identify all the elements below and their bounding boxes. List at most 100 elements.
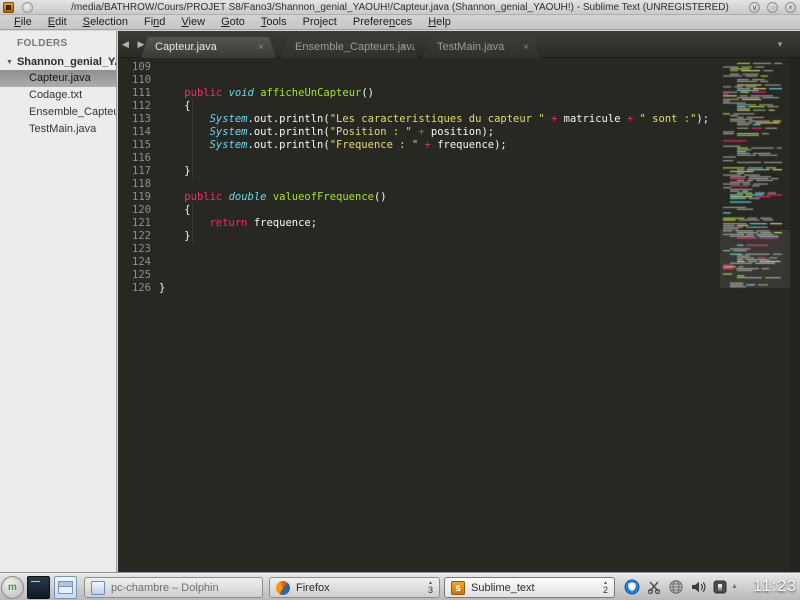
tab-overflow-icon[interactable]: ▼ — [776, 40, 784, 49]
menu-file[interactable]: File — [6, 15, 40, 29]
tab-capteur-java[interactable]: Capteur.java × — [141, 37, 276, 58]
code-line[interactable]: 124 — [118, 256, 800, 269]
line-number[interactable]: 121 — [118, 217, 159, 230]
code-line[interactable]: 110 — [118, 74, 800, 87]
line-number[interactable]: 113 — [118, 113, 159, 126]
tab-label: Capteur.java — [155, 41, 217, 53]
minimap-viewport[interactable] — [720, 230, 790, 288]
line-number[interactable]: 125 — [118, 269, 159, 282]
line-number[interactable]: 116 — [118, 152, 159, 165]
sidebar-file-list: Capteur.javaCodage.txtEnsemble_Capteurs.… — [0, 70, 116, 138]
task-button-dolphin[interactable]: pc-chambre – Dolphin — [84, 577, 263, 598]
code-line[interactable]: 122 } — [118, 230, 800, 243]
window-count-badge: ▲ 2 — [602, 580, 608, 595]
minimap[interactable] — [720, 58, 790, 303]
line-number[interactable]: 124 — [118, 256, 159, 269]
tabs: Capteur.java × Ensemble_Capteurs.java × Test… — [141, 37, 546, 58]
menu-tools[interactable]: Tools — [253, 15, 295, 29]
sublime-app-icon — [3, 2, 14, 13]
code-line[interactable]: 121 return frequence; — [118, 217, 800, 230]
tab-ensemble-capteurs-java[interactable]: Ensemble_Capteurs.java × — [281, 37, 418, 58]
line-number[interactable]: 120 — [118, 204, 159, 217]
sidebar-item-testmain-java[interactable]: TestMain.java — [0, 121, 116, 138]
menu-find[interactable]: Find — [136, 15, 173, 29]
menu-preferences[interactable]: Preferences — [345, 15, 420, 29]
maximize-button[interactable]: ○ — [767, 2, 778, 13]
menu-goto[interactable]: Goto — [213, 15, 253, 29]
code-line[interactable]: 125 — [118, 269, 800, 282]
close-button[interactable]: × — [785, 2, 796, 13]
editor: ◀ ▶ Capteur.java × Ensemble_Capteurs.java ×… — [118, 31, 800, 573]
task-label: pc-chambre – Dolphin — [111, 581, 219, 594]
code-line[interactable]: 114 System.out.println("Position : " + p… — [118, 126, 800, 139]
taskbar: m pc-chambre – Dolphin Firefox ▲ 3 s Sublime_… — [0, 573, 800, 600]
window-content: FOLDERS ▼ Shannon_genial_YAOUH! Capteur.… — [0, 31, 800, 573]
line-number[interactable]: 122 — [118, 230, 159, 243]
menu-help[interactable]: Help — [420, 15, 459, 29]
network-icon[interactable] — [668, 579, 684, 595]
minimize-button[interactable]: ∨ — [749, 2, 760, 13]
window-count: 3 — [427, 584, 433, 595]
clipboard-scissors-icon[interactable] — [646, 579, 662, 595]
line-number[interactable]: 123 — [118, 243, 159, 256]
sidebar-item-capteur-java[interactable]: Capteur.java — [0, 70, 116, 87]
tab-close-icon[interactable]: × — [258, 37, 264, 58]
tab-bar: ◀ ▶ Capteur.java × Ensemble_Capteurs.java ×… — [118, 31, 800, 58]
sidebar: FOLDERS ▼ Shannon_genial_YAOUH! Capteur.… — [0, 31, 117, 573]
menu-view[interactable]: View — [173, 15, 213, 29]
file-manager-icon[interactable] — [54, 576, 77, 599]
tray-expander-icon[interactable]: ▲ — [731, 583, 738, 590]
window-count: 2 — [602, 584, 608, 595]
window-titlebar[interactable]: /media/BATHROW/Cours/PROJET S8/Fano3/Sha… — [0, 0, 800, 15]
sidebar-item-codage-txt[interactable]: Codage.txt — [0, 87, 116, 104]
line-number[interactable]: 126 — [118, 282, 159, 295]
code-line[interactable]: 123 — [118, 243, 800, 256]
sublime-icon: s — [451, 580, 465, 595]
code-line[interactable]: 109 — [118, 61, 800, 74]
code-line[interactable]: 119 public double valueofFrequence() — [118, 191, 800, 204]
code-line[interactable]: 111 public void afficheUnCapteur() — [118, 87, 800, 100]
tab-testmain-java[interactable]: TestMain.java × — [423, 37, 541, 58]
disclosure-triangle-icon[interactable]: ▼ — [6, 59, 13, 66]
code-line[interactable]: 113 System.out.println("Les caracteristi… — [118, 113, 800, 126]
terminal-icon[interactable] — [27, 576, 50, 599]
code-line[interactable]: 115 System.out.println("Frequence : " + … — [118, 139, 800, 152]
code-line[interactable]: 126} — [118, 282, 800, 295]
code-line[interactable]: 117 } — [118, 165, 800, 178]
clock[interactable]: 11:23 — [753, 578, 797, 596]
tab-close-icon[interactable]: × — [400, 37, 406, 58]
window-title: /media/BATHROW/Cours/PROJET S8/Fano3/Sha… — [71, 2, 729, 13]
line-number[interactable]: 110 — [118, 74, 159, 87]
task-button-firefox[interactable]: Firefox ▲ 3 — [269, 577, 440, 598]
pin-button[interactable] — [22, 2, 33, 13]
task-button-sublime[interactable]: s Sublime_text ▲ 2 — [444, 577, 615, 598]
line-number[interactable]: 114 — [118, 126, 159, 139]
line-number[interactable]: 112 — [118, 100, 159, 113]
menu-edit[interactable]: Edit — [40, 15, 75, 29]
code-line[interactable]: 118 — [118, 178, 800, 191]
tab-close-icon[interactable]: × — [523, 37, 529, 58]
code-line[interactable]: 120 { — [118, 204, 800, 217]
window-count-badge: ▲ 3 — [427, 580, 433, 595]
volume-icon[interactable] — [690, 579, 706, 595]
menu-selection[interactable]: Selection — [75, 15, 136, 29]
line-number[interactable]: 117 — [118, 165, 159, 178]
sidebar-root-folder[interactable]: ▼ Shannon_genial_YAOUH! — [0, 54, 116, 70]
update-shield-icon[interactable] — [624, 579, 640, 595]
line-number[interactable]: 118 — [118, 178, 159, 191]
line-number[interactable]: 115 — [118, 139, 159, 152]
device-notifier-icon[interactable] — [712, 579, 728, 595]
editor-right-edge — [790, 58, 800, 573]
mint-menu-icon[interactable]: m — [1, 576, 24, 599]
task-label: Sublime_text — [471, 581, 535, 594]
tab-label: TestMain.java — [437, 41, 505, 53]
desktop: /media/BATHROW/Cours/PROJET S8/Fano3/Sha… — [0, 0, 800, 600]
code-area[interactable]: 109 110 111 public void afficheUnCapteur()… — [118, 58, 800, 573]
line-number[interactable]: 119 — [118, 191, 159, 204]
code-line[interactable]: 112 { — [118, 100, 800, 113]
menu-project[interactable]: Project — [295, 15, 345, 29]
code-line[interactable]: 116 — [118, 152, 800, 165]
sidebar-item-ensemble-capteurs-java[interactable]: Ensemble_Capteurs.java — [0, 104, 116, 121]
line-number[interactable]: 111 — [118, 87, 159, 100]
line-number[interactable]: 109 — [118, 61, 159, 74]
